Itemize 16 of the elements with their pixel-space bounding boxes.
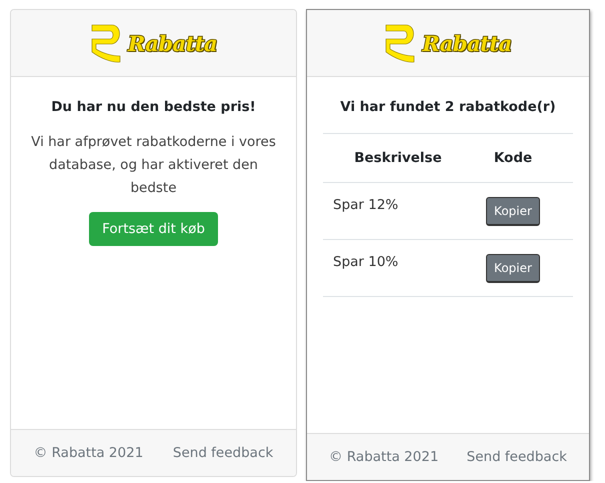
copyright-text: © Rabatta 2021 (34, 445, 144, 461)
copyright-text: © Rabatta 2021 (329, 449, 439, 465)
table-cell-text: Spar 12% (333, 196, 400, 213)
panel-heading: Du har nu den bedste pris! (51, 99, 256, 115)
copy-button[interactable]: Kopier (486, 196, 540, 226)
feedback-link[interactable]: Send feedback (466, 449, 567, 465)
logo-text: Rabatta (422, 30, 512, 56)
feedback-link[interactable]: Send feedback (172, 445, 274, 461)
message-text: Vi har afprøvet rabatkoderne i vores database, og har aktiveret den bedste (30, 133, 277, 198)
continue-button[interactable]: Fortsæt dit køb (89, 212, 218, 246)
copy-button[interactable]: Kopier (486, 254, 540, 282)
column-header: Beskrivelse (353, 150, 443, 166)
panel-heading: Vi har fundet 2 rabatkode(r) (340, 99, 556, 115)
table-cell-text: Spar 10% (333, 253, 400, 270)
column-header: Kode (492, 150, 534, 166)
logo-text: Rabatta (128, 30, 218, 56)
